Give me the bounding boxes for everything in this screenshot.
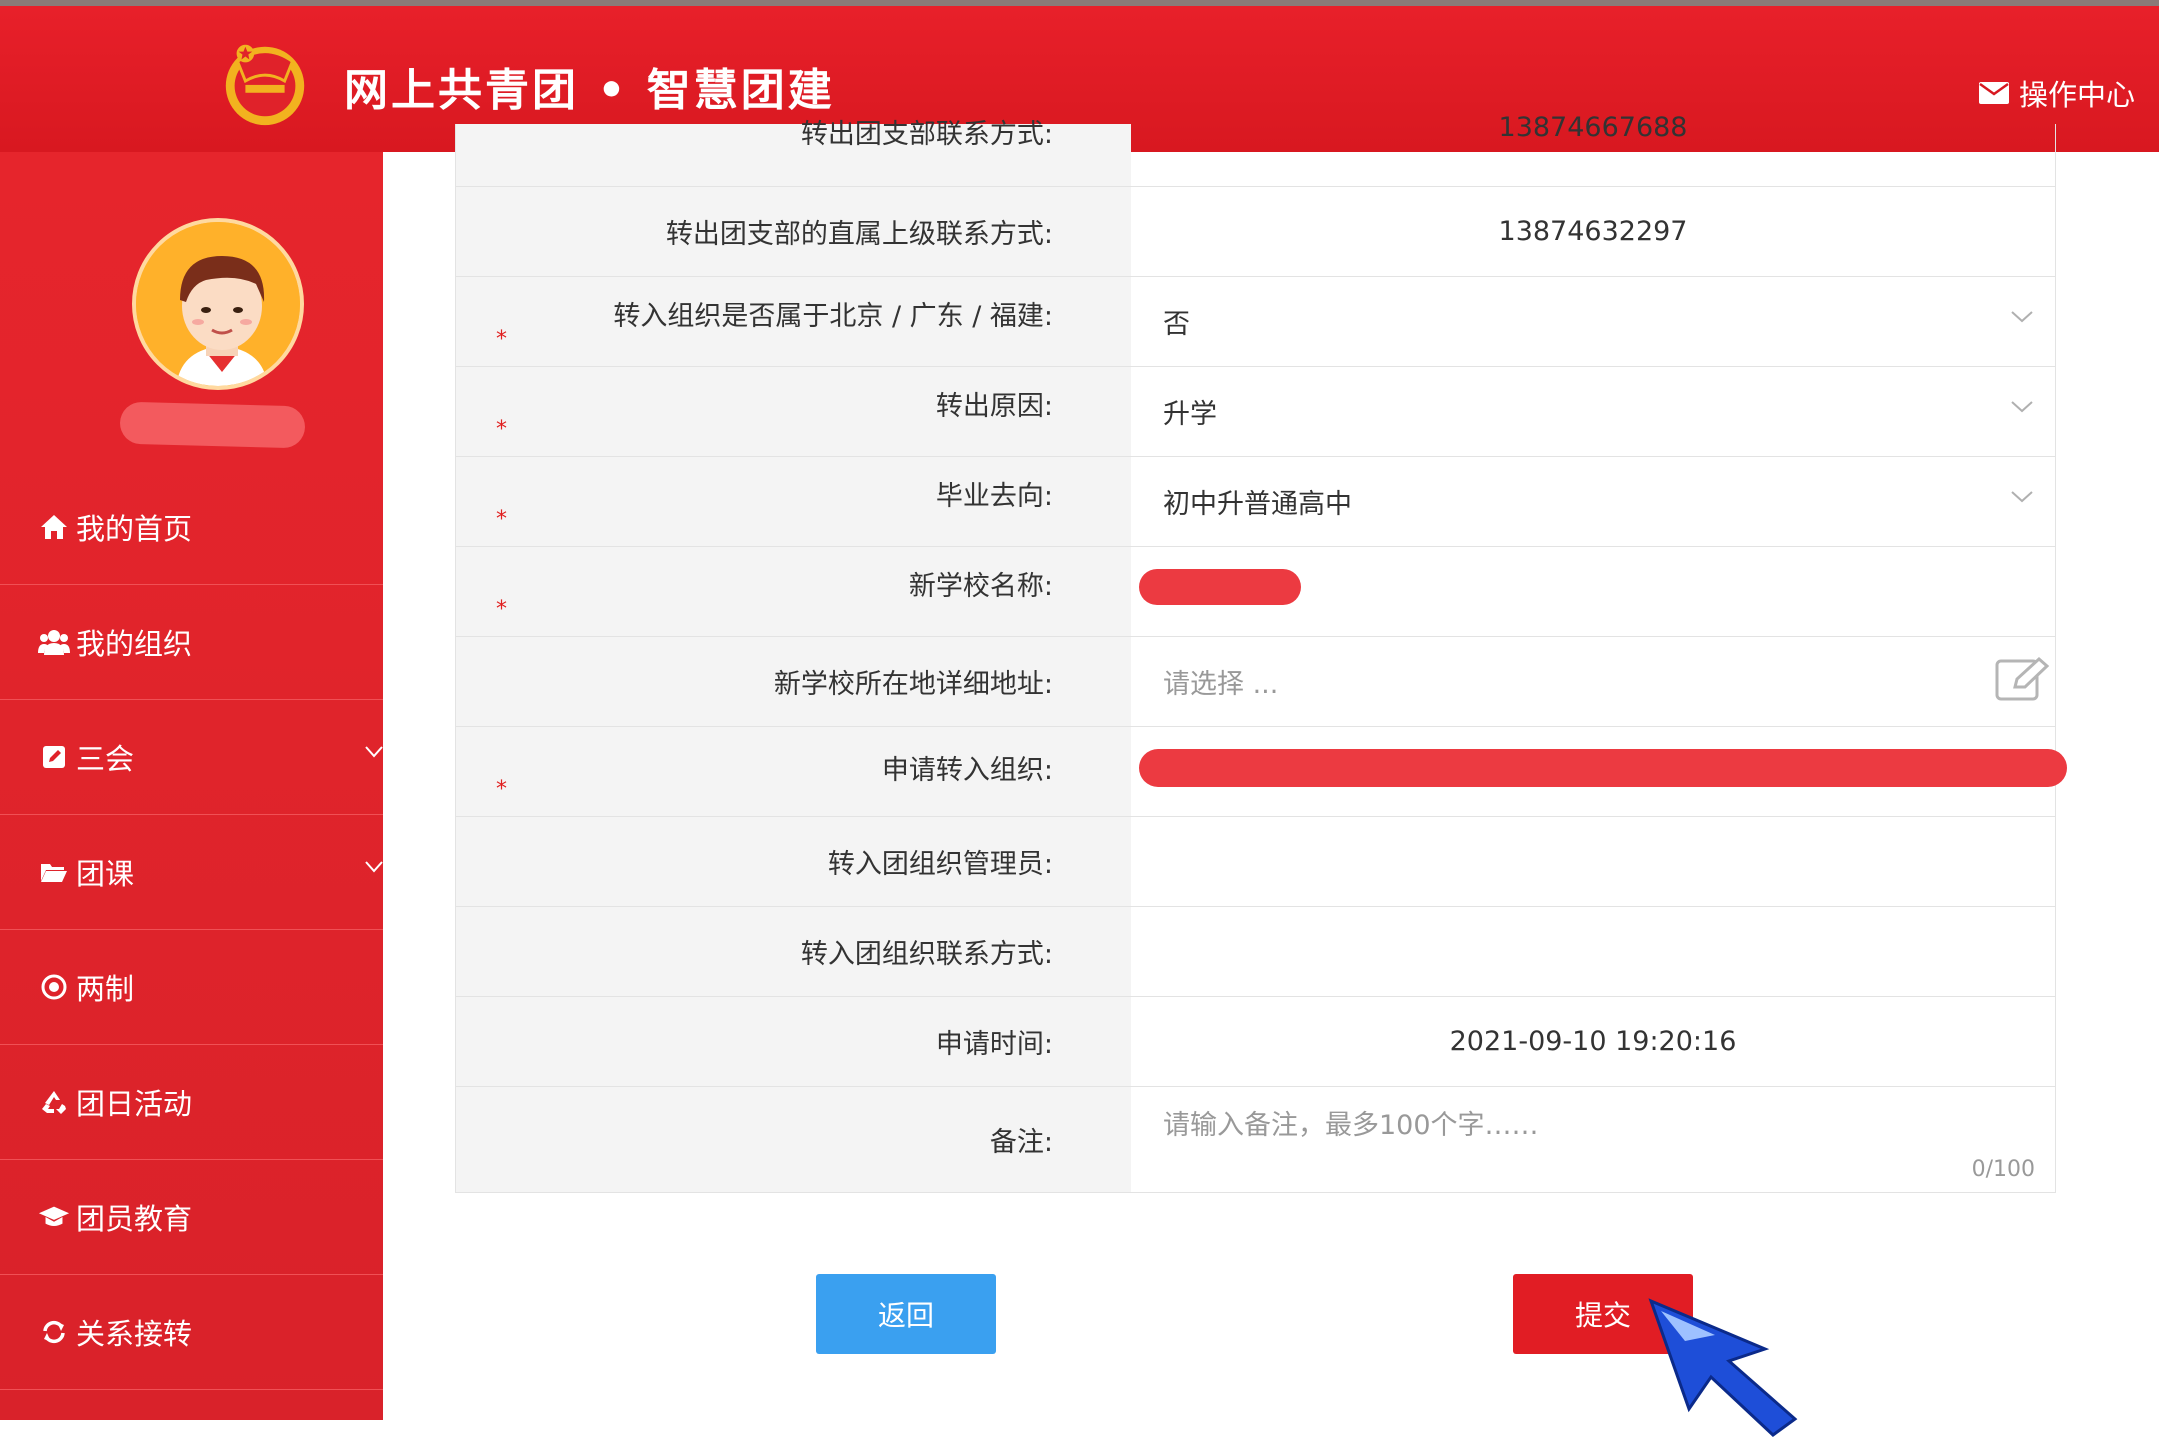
school-name-input[interactable] [1131, 547, 2055, 636]
home-icon [38, 511, 70, 543]
field-value [1131, 817, 2055, 906]
sidebar-item-league-class[interactable]: 团课 [0, 815, 383, 930]
sidebar-item-label: 团日活动 [76, 1087, 193, 1121]
form-row-org-contact: 转入团组织联系方式: [456, 906, 2055, 996]
chevron-down-icon [2011, 491, 2033, 503]
field-value [1131, 907, 2055, 996]
sidebar-nav: 我的首页 我的组织 三会 团课 两制 团日活动 团员教育 关系接转 [0, 470, 383, 1390]
sidebar-item-my-org[interactable]: 我的组织 [0, 585, 383, 700]
operation-center-label: 操作中心 [2018, 78, 2135, 112]
sidebar-item-label: 团员教育 [76, 1202, 193, 1236]
folder-icon [38, 856, 70, 888]
form-row-school-name: * 新学校名称: [456, 546, 2055, 636]
school-address-input[interactable]: 请选择 ... [1131, 637, 2055, 726]
transfer-form: 转出团支部联系方式: 13874667688 转出团支部的直属上级联系方式: 1… [455, 112, 2067, 1193]
youth-league-logo [225, 44, 305, 126]
region-select[interactable]: 否 [1131, 277, 2055, 366]
required-mark: * [496, 507, 507, 532]
graduation-cap-icon [38, 1201, 70, 1233]
sidebar-item-relation-transfer[interactable]: 关系接转 [0, 1275, 383, 1390]
users-icon [38, 626, 70, 658]
field-label: * 新学校名称: [456, 547, 1131, 636]
field-label: * 转入组织是否属于北京 / 广东 / 福建: [456, 277, 1131, 366]
mouse-pointer-icon [1648, 1298, 1798, 1437]
remark-textarea[interactable]: 请输入备注，最多100个字…… 0/100 [1131, 1087, 2055, 1192]
mail-icon [1978, 82, 2009, 104]
chevron-down-icon [365, 746, 383, 758]
sidebar-item-label: 团课 [76, 857, 135, 891]
site-title: 网上共青团 • 智慧团建 [344, 65, 835, 116]
field-label: 转入团组织联系方式: [456, 907, 1131, 996]
form-row-admin: 转入团组织管理员: [456, 816, 2055, 906]
username-redaction [119, 401, 306, 449]
form-row-reason: * 转出原因: 升学 [456, 366, 2055, 456]
sidebar-item-home[interactable]: 我的首页 [0, 470, 383, 585]
form-row-school-address: 新学校所在地详细地址: 请选择 ... [456, 636, 2055, 726]
field-label: 备注: [456, 1087, 1131, 1192]
sidebar-item-three-meetings[interactable]: 三会 [0, 700, 383, 815]
edit-icon [38, 741, 70, 773]
field-label: * 毕业去向: [456, 457, 1131, 546]
required-mark: * [496, 417, 507, 442]
form-row-destination: * 毕业去向: 初中升普通高中 [456, 456, 2055, 546]
form-row-branch-contact: 转出团支部联系方式: 13874667688 [456, 112, 2055, 186]
chevron-down-icon [2011, 311, 2033, 323]
remark-counter: 0/100 [1971, 1157, 2035, 1182]
form-row-target-org: * 申请转入组织: [456, 726, 2067, 816]
field-value: 13874632297 [1498, 216, 1688, 247]
form-row-remark: 备注: 请输入备注，最多100个字…… 0/100 [456, 1086, 2055, 1192]
sidebar-item-label: 我的组织 [76, 627, 193, 661]
sidebar-item-member-education[interactable]: 团员教育 [0, 1160, 383, 1275]
sidebar-item-label: 关系接转 [76, 1317, 193, 1351]
main-content: 转出团支部联系方式: 13874667688 转出团支部的直属上级联系方式: 1… [383, 112, 2159, 1437]
reason-select[interactable]: 升学 [1131, 367, 2055, 456]
refresh-icon [38, 1316, 70, 1348]
target-org-redaction [1139, 749, 2067, 787]
sidebar-item-two-systems[interactable]: 两制 [0, 930, 383, 1045]
required-mark: * [496, 597, 507, 622]
field-label: * 申请转入组织: [456, 727, 1131, 816]
field-label: 转出团支部的直属上级联系方式: [456, 187, 1131, 276]
field-label: 申请时间: [456, 997, 1131, 1086]
form-row-superior-contact: 转出团支部的直属上级联系方式: 13874632297 [456, 186, 2055, 276]
chevron-down-icon [2011, 401, 2033, 413]
field-label: 转入团组织管理员: [456, 817, 1131, 906]
sidebar-item-label: 三会 [76, 742, 135, 776]
required-mark: * [496, 327, 507, 352]
avatar [132, 218, 304, 390]
chevron-down-icon [365, 861, 383, 873]
operation-center-link[interactable]: 操作中心 [1978, 72, 2135, 114]
field-value: 13874667688 [1498, 112, 1688, 143]
edit-icon[interactable] [1995, 657, 2051, 703]
sidebar-item-league-day[interactable]: 团日活动 [0, 1045, 383, 1160]
required-mark: * [496, 777, 507, 802]
target-org-input[interactable] [1131, 727, 2067, 816]
field-label: 新学校所在地详细地址: [456, 637, 1131, 726]
form-row-apply-time: 申请时间: 2021-09-10 19:20:16 [456, 996, 2055, 1086]
field-value: 2021-09-10 19:20:16 [1449, 1026, 1737, 1057]
school-name-redaction [1139, 569, 1301, 605]
destination-select[interactable]: 初中升普通高中 [1131, 457, 2055, 546]
recycle-icon [38, 1086, 70, 1118]
form-row-region: * 转入组织是否属于北京 / 广东 / 福建: 否 [456, 276, 2055, 366]
sidebar-item-label: 两制 [76, 972, 135, 1006]
field-label: 转出团支部联系方式: [456, 119, 1131, 186]
sidebar: 我的首页 我的组织 三会 团课 两制 团日活动 团员教育 关系接转 [0, 152, 383, 1420]
sidebar-item-label: 我的首页 [76, 512, 193, 546]
field-label: * 转出原因: [456, 367, 1131, 456]
back-button[interactable]: 返回 [816, 1274, 996, 1354]
circle-dot-icon [38, 971, 70, 1003]
